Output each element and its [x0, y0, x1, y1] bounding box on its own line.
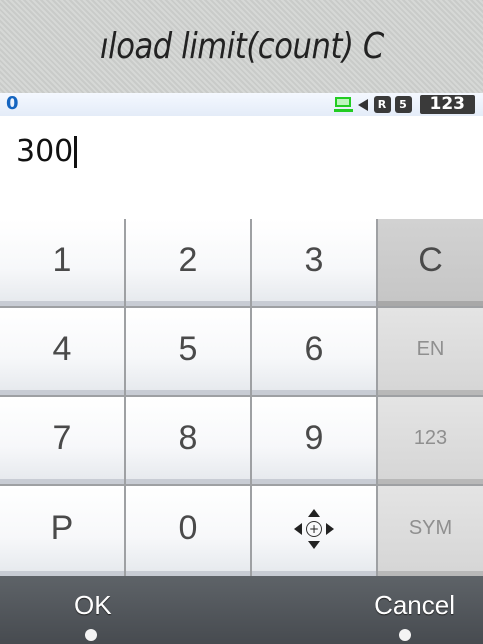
ok-softkey[interactable]: OK [74, 590, 112, 621]
text-cursor [74, 135, 78, 168]
r-indicator-icon: R [373, 96, 391, 113]
sim-indicator-icon: 5 [394, 96, 412, 113]
clear-key[interactable]: C [378, 219, 483, 306]
key-0[interactable]: 0 [126, 486, 250, 576]
screen-title: ıload limit(count) C [99, 26, 384, 67]
directional-pad-icon: + [294, 508, 334, 549]
key-2[interactable]: 2 [126, 219, 250, 306]
english-mode-key[interactable]: EN [378, 308, 483, 395]
key-9[interactable]: 9 [252, 397, 376, 484]
cancel-softkey[interactable]: Cancel [374, 590, 455, 621]
key-p[interactable]: P [0, 486, 124, 576]
input-mode-badge: 123 [419, 95, 475, 114]
cursor-navigation-key[interactable]: + [252, 486, 376, 576]
key-5[interactable]: 5 [126, 308, 250, 395]
symbol-key[interactable]: SYM [378, 486, 483, 576]
status-bar: 0 R 5 123 [0, 93, 483, 116]
status-indicators: R 5 123 [333, 95, 475, 114]
key-3[interactable]: 3 [252, 219, 376, 306]
text-input-field[interactable]: 300 [0, 116, 483, 219]
right-softkey-indicator [399, 629, 411, 641]
numeric-mode-key[interactable]: 123 [378, 397, 483, 484]
softkey-bar: OK Cancel [0, 576, 483, 644]
speaker-icon [357, 98, 368, 111]
key-4[interactable]: 4 [0, 308, 124, 395]
key-6[interactable]: 6 [252, 308, 376, 395]
title-bar: ıload limit(count) C [0, 0, 483, 93]
numeric-keypad: 1 2 3 C 4 5 6 EN 7 8 9 123 P 0 + SYM [0, 219, 483, 576]
key-8[interactable]: 8 [126, 397, 250, 484]
key-7[interactable]: 7 [0, 397, 124, 484]
left-softkey-indicator [85, 629, 97, 641]
input-value: 300 [16, 134, 78, 169]
key-1[interactable]: 1 [0, 219, 124, 306]
pc-connection-icon [333, 96, 354, 113]
character-count: 0 [6, 93, 19, 114]
